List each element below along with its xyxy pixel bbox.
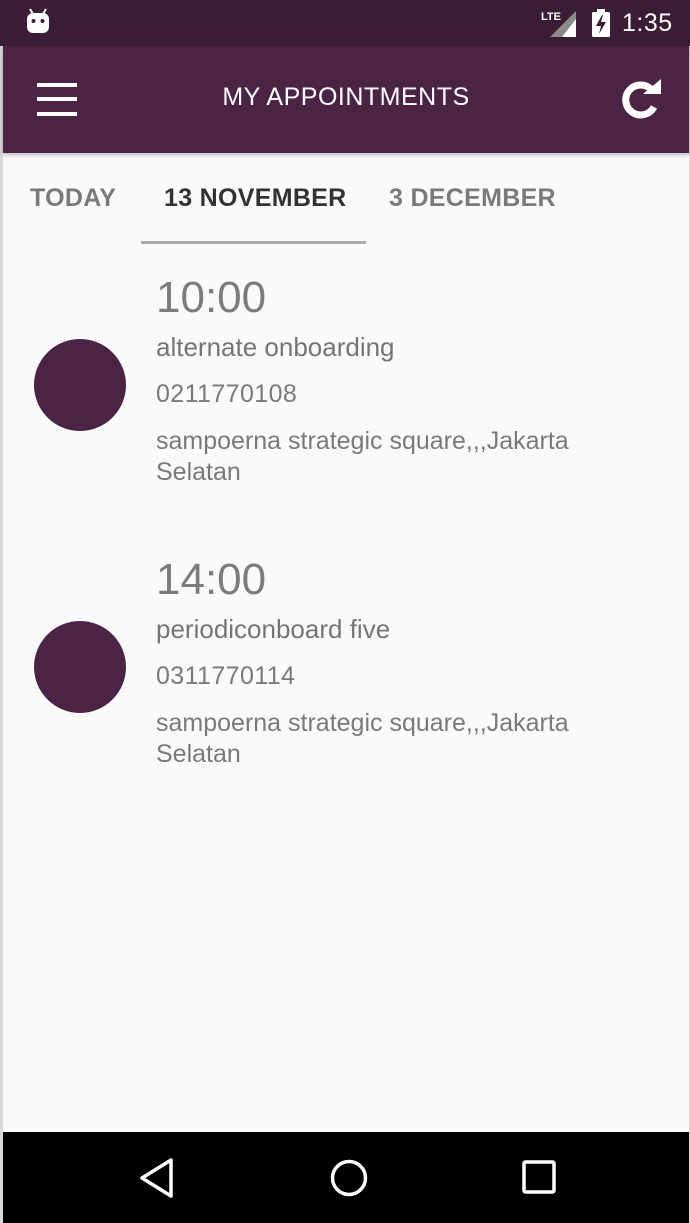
lte-label: LTE — [541, 11, 561, 23]
appointment-item[interactable]: 14:00 periodiconboard five 0311770114 sa… — [3, 547, 689, 787]
appointment-time: 10:00 — [156, 273, 267, 322]
lte-signal-icon: LTE — [541, 11, 576, 37]
appointment-phone: 0311770114 — [156, 662, 296, 690]
avatar — [34, 339, 126, 431]
appointment-name: alternate onboarding — [156, 332, 395, 362]
status-bar: LTE 1:35 — [0, 0, 690, 46]
android-icon — [27, 8, 49, 33]
appointment-name: periodiconboard five — [156, 614, 391, 644]
system-nav-bar — [3, 1132, 689, 1223]
battery-charging-icon — [592, 9, 610, 37]
app-bar: MY APPOINTMENTS — [3, 46, 689, 153]
refresh-button[interactable] — [614, 77, 664, 123]
appointment-address: sampoerna strategic square,,,Jakarta Sel… — [156, 709, 569, 768]
avatar — [34, 621, 126, 713]
tab-today[interactable]: TODAY — [30, 184, 116, 213]
home-circle-icon — [330, 1159, 368, 1197]
appointment-phone: 0211770108 — [156, 380, 298, 408]
recents-button[interactable] — [518, 1156, 562, 1205]
appointment-item[interactable]: 10:00 alternate onboarding 0211770108 sa… — [3, 265, 689, 505]
tab-selected-indicator — [141, 241, 366, 244]
home-button[interactable] — [327, 1156, 371, 1205]
status-clock: 1:35 — [622, 9, 673, 37]
refresh-icon — [622, 79, 661, 119]
appointment-time: 14:00 — [156, 555, 267, 604]
tab-3-december[interactable]: 3 DECEMBER — [389, 184, 556, 213]
appointment-address: sampoerna strategic square,,,Jakarta Sel… — [156, 427, 569, 486]
tab-13-november[interactable]: 13 NOVEMBER — [164, 184, 347, 213]
back-triangle-icon — [140, 1158, 173, 1198]
recents-square-icon — [522, 1160, 556, 1194]
back-button[interactable] — [137, 1156, 177, 1205]
date-tabs: TODAY 13 NOVEMBER 3 DECEMBER — [3, 153, 689, 245]
page-title: MY APPOINTMENTS — [222, 83, 470, 111]
